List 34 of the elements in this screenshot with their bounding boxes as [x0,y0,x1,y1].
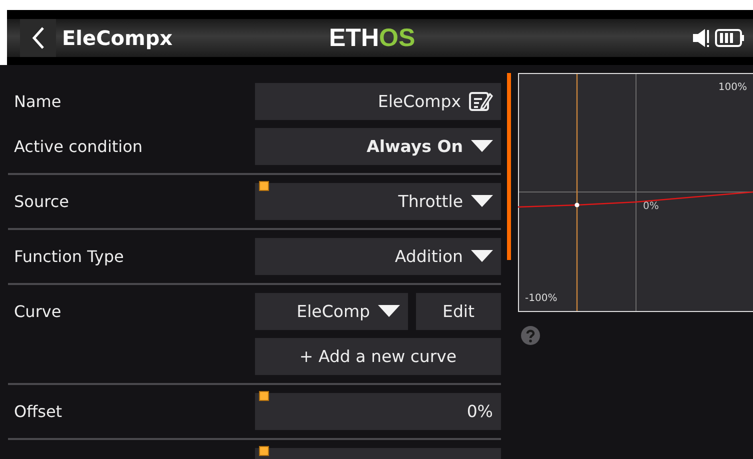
chevron-left-icon [31,26,45,50]
edit-button[interactable]: Edit [416,293,501,330]
caret-icon [471,140,493,153]
axis-label: -100% [525,293,558,304]
back-button[interactable] [20,18,56,56]
field-label: Source [13,192,70,211]
dropdown[interactable]: Always On [255,128,501,165]
logo-text: ETH [329,24,379,52]
battery-icon [715,28,745,46]
marker-icon [259,181,269,191]
dropdown[interactable]: EleComp [255,293,408,330]
caret-icon [378,305,400,318]
caret-icon [471,250,493,263]
axis-label: 0% [643,201,659,212]
field-label: Function Type [13,247,125,266]
marker-icon [259,446,269,456]
caret-icon [471,195,493,208]
dropdown[interactable]: Addition [255,238,501,275]
field-label: Offset [13,402,64,421]
field-label: Curve [13,302,62,321]
value-field[interactable]: 0% [255,393,501,430]
page-title: EleCompx [62,26,173,50]
marker-icon [259,391,269,401]
axis-label: 100% [718,82,747,93]
scrollbar-thumb[interactable] [507,73,511,260]
speaker-icon [693,28,711,48]
edit-icon [469,90,493,112]
field-label: Name [13,92,62,111]
field-label: Active condition [13,137,144,156]
logo-text: OS [379,24,416,52]
name-field[interactable]: EleCompx [255,83,501,120]
add-curve-button[interactable]: + Add a new curve [255,338,501,375]
help-icon[interactable] [521,326,540,345]
dropdown[interactable]: Throttle [255,183,501,220]
